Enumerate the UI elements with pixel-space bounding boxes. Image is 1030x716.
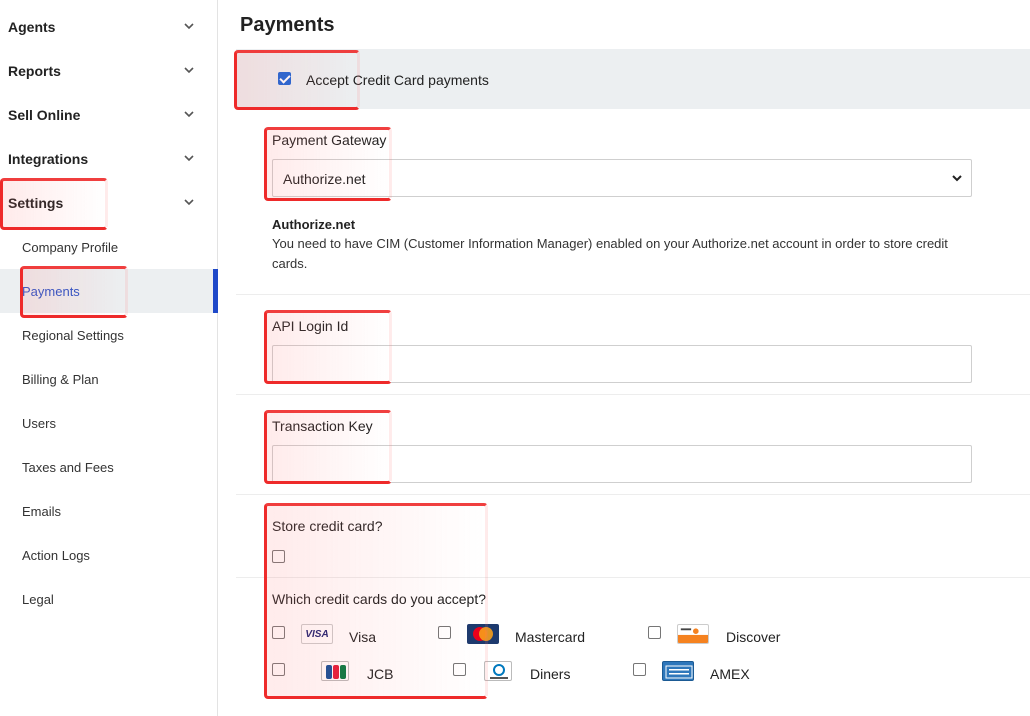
chevron-down-icon — [184, 111, 194, 118]
amex-logo-icon — [662, 661, 694, 681]
sidebar-group-label: Integrations — [8, 151, 89, 167]
discover-label: Discover — [726, 629, 781, 645]
accepted-cards-section: Which credit cards do you accept? VISA V… — [236, 578, 1030, 706]
accept-credit-card-label: Accept Credit Card payments — [306, 72, 489, 88]
chevron-down-icon — [184, 23, 194, 30]
payment-gateway-selected: Authorize.net — [283, 171, 366, 187]
sidebar-group-label: Agents — [8, 19, 56, 35]
api-login-label: API Login Id — [272, 318, 349, 334]
sidebar-group-agents[interactable]: Agents — [0, 5, 218, 49]
store-credit-card-section: Store credit card? — [236, 495, 1030, 578]
store-credit-card-checkbox[interactable] — [272, 550, 285, 563]
sidebar-item-action-logs[interactable]: Action Logs — [0, 533, 218, 577]
mastercard-label: Mastercard — [515, 629, 586, 645]
jcb-label: JCB — [367, 666, 394, 682]
jcb-checkbox[interactable] — [272, 663, 285, 676]
diners-label: Diners — [530, 666, 571, 682]
sidebar-item-label: Company Profile — [22, 239, 119, 255]
jcb-logo-icon — [321, 661, 349, 681]
gateway-info-text: You need to have CIM (Customer Informati… — [272, 236, 948, 271]
sidebar: Agents Reports Sell Online Integrations … — [0, 0, 218, 716]
transaction-key-input[interactable] — [272, 445, 972, 483]
sidebar-item-label: Legal — [22, 591, 54, 607]
sidebar-item-billing-plan[interactable]: Billing & Plan — [0, 357, 218, 401]
api-login-input[interactable] — [272, 345, 972, 383]
sidebar-item-label: Billing & Plan — [22, 371, 99, 387]
page-title: Payments — [240, 14, 335, 36]
discover-logo-icon — [677, 624, 709, 644]
sidebar-item-label: Emails — [22, 503, 62, 519]
discover-checkbox[interactable] — [648, 626, 661, 639]
sidebar-item-label: Taxes and Fees — [22, 459, 114, 475]
payment-gateway-section: Payment Gateway Authorize.net Authorize.… — [236, 109, 1030, 295]
sidebar-item-company-profile[interactable]: Company Profile — [0, 225, 218, 269]
sidebar-item-label: Action Logs — [22, 547, 90, 563]
accept-credit-card-checkbox[interactable] — [278, 72, 291, 85]
amex-checkbox[interactable] — [633, 663, 646, 676]
visa-logo-icon: VISA — [301, 624, 333, 644]
sidebar-group-label: Sell Online — [8, 107, 81, 123]
amex-lines-icon — [665, 665, 693, 679]
accept-credit-card-row: Accept Credit Card payments — [236, 49, 1030, 109]
mastercard-circles-icon — [473, 627, 493, 641]
sidebar-group-settings[interactable]: Settings — [0, 181, 218, 225]
sidebar-item-label: Payments — [22, 283, 80, 299]
diners-logo-icon — [484, 661, 512, 681]
sidebar-group-label: Reports — [8, 63, 61, 79]
gateway-info-title: Authorize.net — [272, 217, 356, 232]
transaction-key-label: Transaction Key — [272, 418, 373, 434]
sidebar-group-integrations[interactable]: Integrations — [0, 137, 218, 181]
sidebar-item-label: Users — [22, 415, 56, 431]
main-content: Payments Accept Credit Card payments Pay… — [218, 0, 1030, 716]
sidebar-item-regional-settings[interactable]: Regional Settings — [0, 313, 218, 357]
accepted-cards-label: Which credit cards do you accept? — [272, 591, 486, 607]
sidebar-group-label: Settings — [8, 195, 64, 211]
amex-label: AMEX — [710, 666, 750, 682]
sidebar-group-reports[interactable]: Reports — [0, 49, 218, 93]
mastercard-logo-icon — [467, 624, 499, 644]
chevron-down-icon — [184, 67, 194, 74]
chevron-down-icon — [952, 175, 962, 182]
sidebar-item-taxes-fees[interactable]: Taxes and Fees — [0, 445, 218, 489]
sidebar-item-payments[interactable]: Payments — [0, 269, 218, 313]
chevron-down-icon — [184, 155, 194, 162]
api-login-section: API Login Id — [236, 295, 1030, 395]
sidebar-item-emails[interactable]: Emails — [0, 489, 218, 533]
store-credit-card-label: Store credit card? — [272, 518, 383, 534]
discover-stripe-icon — [678, 628, 708, 643]
chevron-down-icon — [184, 199, 194, 206]
diners-circle-icon — [490, 664, 508, 679]
mastercard-checkbox[interactable] — [438, 626, 451, 639]
sidebar-group-sell-online[interactable]: Sell Online — [0, 93, 218, 137]
diners-checkbox[interactable] — [453, 663, 466, 676]
transaction-key-section: Transaction Key — [236, 395, 1030, 495]
sidebar-item-label: Regional Settings — [22, 327, 124, 343]
sidebar-item-legal[interactable]: Legal — [0, 577, 218, 621]
sidebar-item-users[interactable]: Users — [0, 401, 218, 445]
jcb-stripes-icon — [326, 665, 346, 679]
payment-gateway-select[interactable]: Authorize.net — [272, 159, 972, 197]
visa-label: Visa — [349, 629, 376, 645]
visa-checkbox[interactable] — [272, 626, 285, 639]
payment-gateway-label: Payment Gateway — [272, 132, 387, 148]
